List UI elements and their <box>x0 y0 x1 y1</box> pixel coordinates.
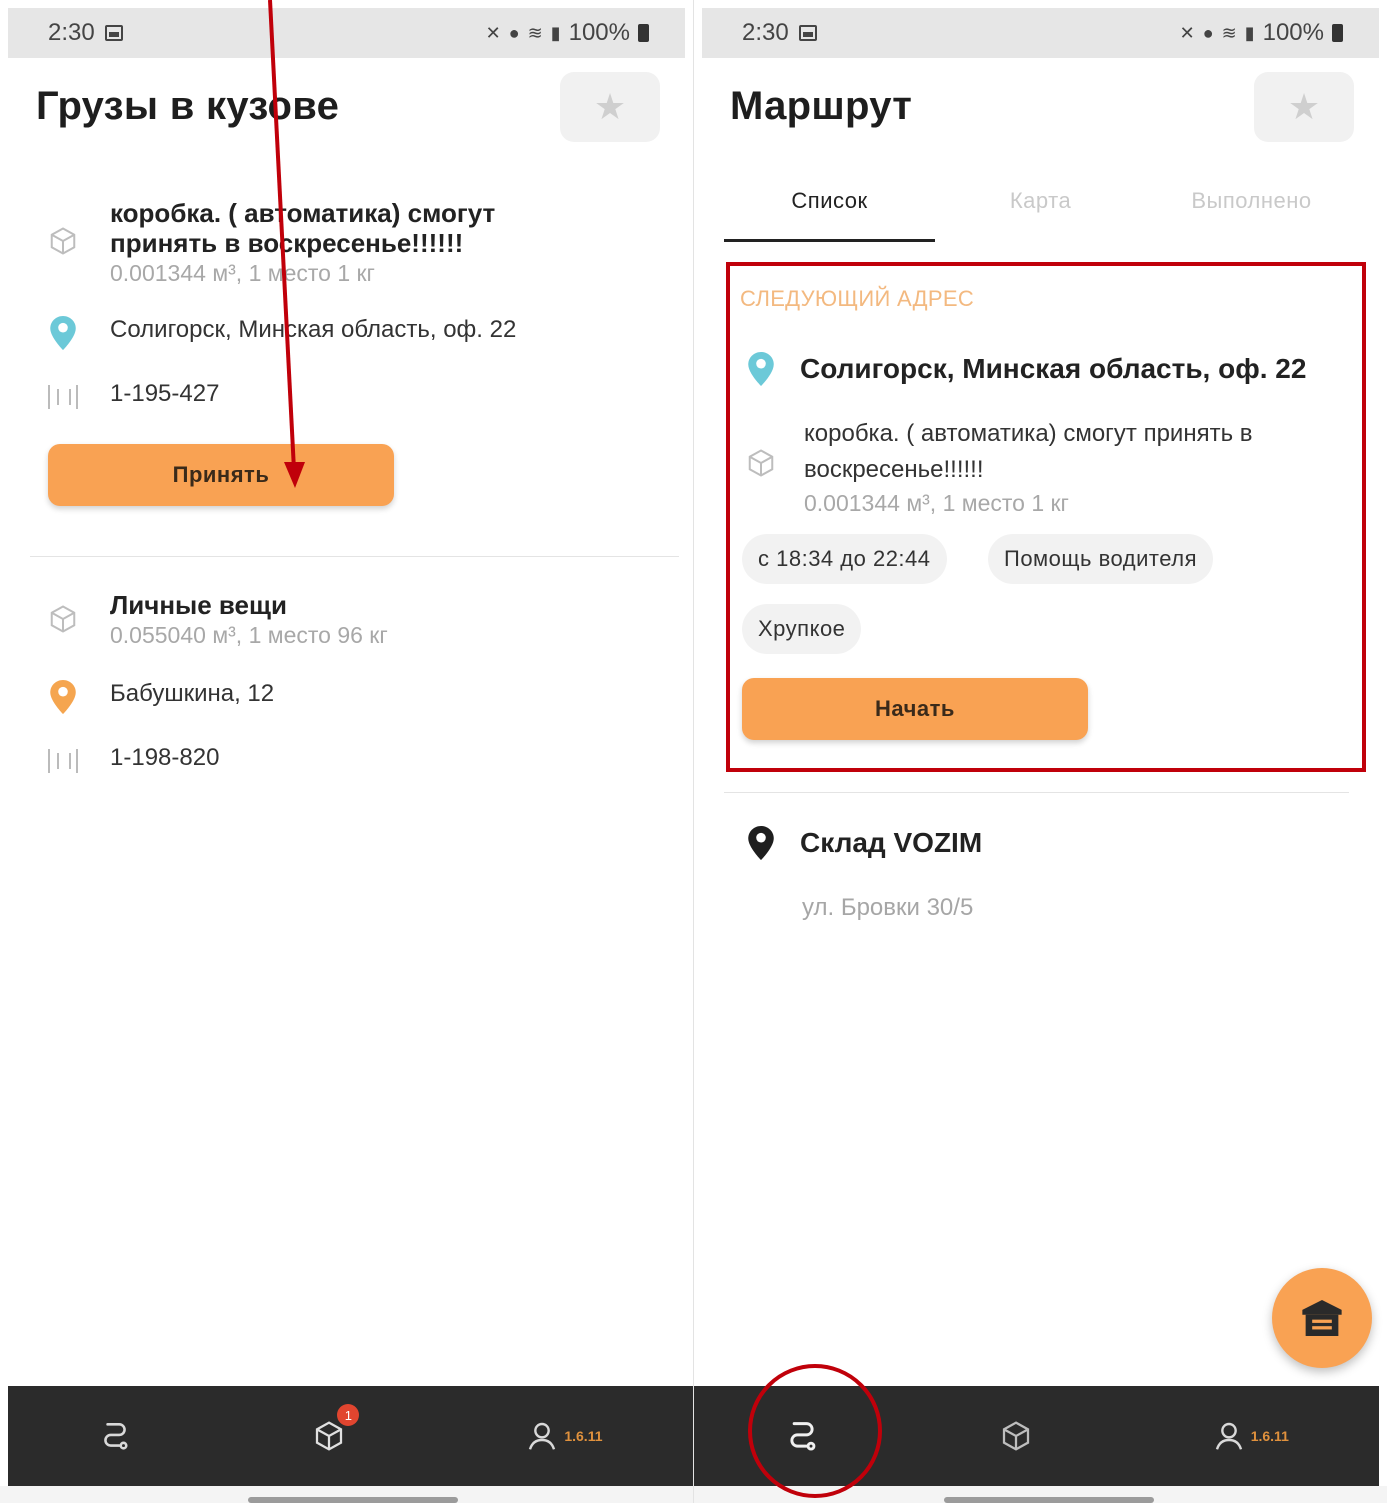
barcode-icon <box>46 380 80 414</box>
status-time: 2:30 <box>48 19 95 46</box>
signal-icon: ▮ <box>1244 22 1255 43</box>
warehouse-address: ул. Бровки 30/5 <box>802 894 974 921</box>
route-icon <box>104 1423 129 1450</box>
next-cargo: коробка. ( автоматика) смогут принять в … <box>744 416 1357 517</box>
battery-percent: 100% <box>1262 19 1324 46</box>
annotation-circle <box>748 1364 882 1498</box>
warehouse-stop[interactable]: Склад VOZIM <box>748 826 982 860</box>
next-address-label: СЛЕДУЮЩИЙ АДРЕС <box>740 286 975 311</box>
favorite-button[interactable]: ★ <box>560 72 660 142</box>
battery-percent: 100% <box>568 19 630 46</box>
tab-bar: Список Карта Выполнено <box>724 180 1357 242</box>
notification-badge: 1 <box>337 1404 360 1426</box>
cargo-title: Личные вещи <box>110 590 287 620</box>
location-pin-icon <box>46 316 80 350</box>
cargo-item: Личные вещи 0.055040 м³, 1 место 96 кг <box>46 590 663 649</box>
location-icon: ● <box>1202 22 1214 43</box>
next-cargo-meta: 0.001344 м³, 1 место 1 кг <box>804 490 1069 516</box>
next-address[interactable]: Солигорск, Минская область, оф. 22 <box>748 352 1367 386</box>
cargo-meta: 0.055040 м³, 1 место 96 кг <box>110 622 388 648</box>
box-icon <box>46 602 80 636</box>
cargo-screen: 2:30 ✕ ● ≋ ▮ 100% Грузы в кузове ★ короб… <box>0 0 694 1503</box>
user-icon <box>529 1422 556 1450</box>
status-bar: 2:30 ✕ ● ≋ ▮ 100% <box>8 8 685 58</box>
box-icon <box>46 224 80 258</box>
warehouse-fab[interactable] <box>1272 1268 1372 1368</box>
next-cargo-title: коробка. ( автоматика) смогут принять в … <box>804 420 1253 483</box>
warehouse-name: Склад VOZIM <box>800 827 983 858</box>
accept-button[interactable]: Принять <box>48 444 394 506</box>
nav-profile[interactable]: 1.6.11 <box>526 1420 603 1452</box>
favorite-button[interactable]: ★ <box>1254 72 1354 142</box>
fragile-chip: Хрупкое <box>742 604 862 654</box>
page-title: Грузы в кузове <box>36 84 340 128</box>
nav-profile[interactable]: 1.6.11 <box>1213 1420 1289 1452</box>
cargo-address: Бабушкина, 12 <box>110 680 275 707</box>
cargo-code-row: 1-195-427 <box>46 380 663 414</box>
cargo-meta: 0.001344 м³, 1 место 1 кг <box>110 260 375 286</box>
cargo-title: коробка. ( автоматика) смогут принять в … <box>110 198 496 258</box>
gallery-icon <box>798 25 817 41</box>
barcode-icon <box>46 744 80 778</box>
driver-help-chip: Помощь водителя <box>988 534 1213 584</box>
nav-cargo[interactable] <box>1000 1420 1032 1452</box>
cargo-code: 1-198-820 <box>110 744 220 771</box>
box-icon <box>1003 1421 1030 1451</box>
divider <box>30 556 679 557</box>
box-icon <box>744 446 778 480</box>
page-title: Маршрут <box>730 84 913 128</box>
tab-list[interactable]: Список <box>724 180 935 242</box>
location-pin-icon <box>748 352 774 386</box>
cargo-code-row: 1-198-820 <box>46 744 663 778</box>
battery-icon <box>638 24 649 42</box>
time-window-chip: с 18:34 до 22:44 <box>742 534 947 584</box>
home-indicator[interactable] <box>248 1497 458 1503</box>
gallery-icon <box>104 25 123 41</box>
mute-icon: ✕ <box>485 22 501 43</box>
cargo-address-row: Бабушкина, 12 <box>46 680 663 714</box>
location-pin-icon <box>46 680 80 714</box>
cargo-address-row: Солигорск, Минская область, оф. 22 <box>46 316 663 350</box>
nav-cargo[interactable]: 1 <box>313 1404 360 1452</box>
next-address-text: Солигорск, Минская область, оф. 22 <box>800 353 1307 384</box>
tab-done[interactable]: Выполнено <box>1146 180 1357 242</box>
status-time: 2:30 <box>742 19 789 46</box>
start-button[interactable]: Начать <box>742 678 1088 740</box>
home-indicator[interactable] <box>944 1497 1154 1503</box>
bottom-nav: 1 1.6.11 <box>8 1386 693 1486</box>
box-icon <box>316 1421 343 1451</box>
route-screen: 2:30 ✕ ● ≋ ▮ 100% Маршрут ★ Список Карта… <box>694 0 1387 1503</box>
nav-route[interactable] <box>98 1419 132 1453</box>
wifi-icon: ≋ <box>527 22 543 43</box>
signal-icon: ▮ <box>550 22 561 43</box>
app-version: 1.6.11 <box>1250 1428 1289 1444</box>
cargo-code: 1-195-427 <box>110 380 220 407</box>
divider <box>724 792 1349 793</box>
user-icon <box>1215 1422 1242 1450</box>
location-icon: ● <box>508 22 520 43</box>
status-bar: 2:30 ✕ ● ≋ ▮ 100% <box>702 8 1379 58</box>
cargo-item: коробка. ( автоматика) смогут принять в … <box>46 198 663 287</box>
location-pin-icon <box>748 826 774 860</box>
star-icon: ★ <box>1287 86 1321 127</box>
app-version: 1.6.11 <box>564 1428 603 1444</box>
wifi-icon: ≋ <box>1221 22 1237 43</box>
tab-map[interactable]: Карта <box>935 180 1146 242</box>
battery-icon <box>1332 24 1343 42</box>
star-icon: ★ <box>593 86 627 127</box>
cargo-address: Солигорск, Минская область, оф. 22 <box>110 316 517 343</box>
warehouse-icon <box>1302 1300 1342 1336</box>
mute-icon: ✕ <box>1179 22 1195 43</box>
